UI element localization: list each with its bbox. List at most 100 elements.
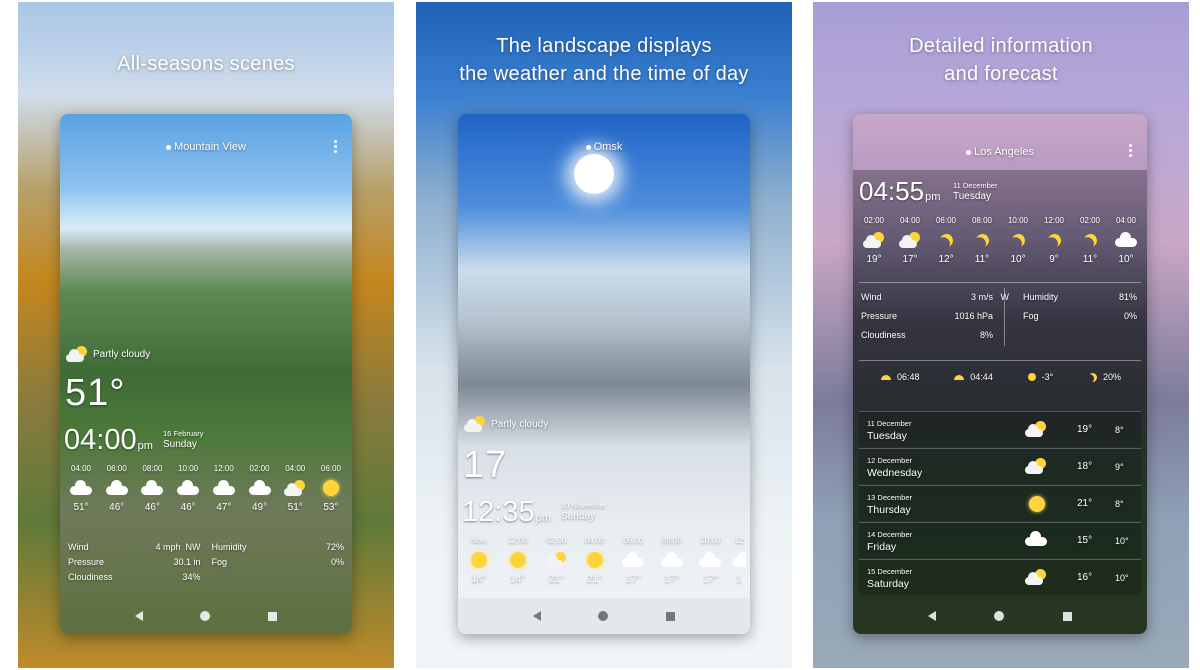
hourly-forecast[interactable]: Now 14° 12:00 14° 02:00 21° 04:00 21° 06:00 1… — [458, 536, 750, 585]
hour-temp: 51° — [73, 502, 89, 513]
more-menu-icon[interactable] — [1129, 144, 1133, 158]
current-condition: Partly cloudy — [66, 346, 150, 362]
hour-time: 10:00 — [700, 536, 721, 545]
wind-direction: W — [1000, 292, 1010, 302]
forecast-day: Wednesday — [867, 467, 923, 479]
condition-text: Partly cloudy — [491, 418, 549, 430]
city-selector[interactable]: Omsk — [458, 141, 750, 153]
screenshot-panel-1: All-seasons scenes Mountain View Partly … — [18, 2, 394, 668]
hour-item: 04:00 10° — [1109, 216, 1143, 265]
forecast-date: 13 December — [867, 493, 913, 502]
hour-item: 06:00 46° — [100, 464, 134, 513]
partly-cloudy-icon — [1025, 458, 1047, 474]
android-navbar — [458, 598, 750, 634]
weather-details: Wind 3 m/s W Humidity 81% Pressure 1016 … — [861, 288, 1139, 349]
hourly-forecast[interactable]: 02:00 19° 04:00 17° 06:00 12° 08:00 11° 10:0… — [853, 216, 1147, 265]
time-value: 12:35 — [462, 496, 535, 528]
hour-time: 04:00 — [899, 216, 921, 225]
recent-apps-icon[interactable] — [666, 611, 676, 621]
hour-item: 04:00 21° — [578, 536, 612, 585]
forecast-day-row[interactable]: 14 December Friday 15° 10° — [859, 522, 1141, 558]
day-text: Sunday — [163, 439, 197, 450]
screenshot-panel-3: Detailed information and forecast Los An… — [813, 2, 1189, 668]
back-icon[interactable] — [134, 611, 143, 621]
city-selector[interactable]: Mountain View — [60, 141, 352, 153]
pressure-label: Pressure — [861, 311, 898, 321]
hour-time: 12:00 — [1043, 216, 1065, 225]
phone-screen: Los Angeles 04:55pm 11 December Tuesday … — [853, 114, 1147, 634]
pressure-value: 1016 hPa — [954, 311, 993, 321]
home-icon[interactable] — [994, 611, 1005, 621]
wind-value: 3 m/s — [970, 292, 993, 302]
hour-time: 06:00 — [935, 216, 957, 225]
humidity-label: Humidity — [211, 542, 247, 552]
forecast-day-row[interactable]: 12 December Wednesday 18° 9° — [859, 448, 1141, 484]
recent-apps-icon[interactable] — [1062, 611, 1072, 621]
phone-screen: Mountain View Partly cloudy 51° 04:00pm … — [60, 114, 352, 634]
forecast-low: 10° — [1115, 536, 1129, 546]
hour-item: 04:00 51° — [278, 464, 312, 513]
more-menu-icon[interactable] — [334, 140, 338, 154]
forecast-day-row[interactable]: 13 December Thursday 21° 8° — [859, 485, 1141, 521]
hour-temp: 14° — [471, 574, 487, 585]
location-pin-icon — [966, 149, 972, 155]
fog-label: Fog — [211, 557, 228, 567]
cloud-icon — [212, 480, 235, 495]
current-condition: Partly cloudy — [464, 416, 548, 432]
cloud-icon — [105, 480, 128, 495]
hour-item: 06:00 17° — [616, 536, 650, 585]
forecast-low: 8° — [1115, 499, 1124, 509]
cloudiness-label: Cloudiness — [68, 572, 113, 582]
hour-time: 06:00 — [623, 536, 644, 545]
cloud-icon — [141, 480, 164, 495]
forecast-date: 11 December — [867, 419, 912, 428]
time-ampm: pm — [925, 191, 941, 203]
forecast-high: 15° — [1077, 535, 1093, 546]
panel-headline: The landscape displays the weather and t… — [416, 32, 792, 88]
hour-time: 04:00 — [285, 464, 306, 473]
sunrise-time: 06:48 — [897, 372, 920, 382]
hour-temp: 46° — [109, 502, 125, 513]
hour-time: 04:00 — [584, 536, 605, 545]
hour-item: 08:00 11° — [965, 216, 999, 265]
partly-cloudy-icon — [1025, 569, 1047, 585]
recent-apps-icon[interactable] — [268, 611, 278, 621]
moon-icon — [1088, 373, 1097, 382]
home-icon[interactable] — [200, 611, 211, 621]
partly-cloudy-icon — [284, 480, 306, 496]
sunset-time: 04:44 — [970, 372, 993, 382]
sun-icon — [1029, 496, 1045, 512]
date-text: 16 February — [163, 429, 204, 438]
daily-forecast[interactable]: 11 December Tuesday 19° 8° 12 December W… — [859, 411, 1141, 596]
hourly-forecast[interactable]: 04:00 51° 06:00 46° 08:00 46° 10:00 46° 12:0… — [60, 464, 352, 513]
hour-time: Now — [470, 536, 487, 545]
cloud-icon — [660, 552, 683, 567]
wind-label: Wind — [861, 292, 882, 302]
hour-item: 02:00 19° — [857, 216, 891, 265]
hour-time: 02:00 — [249, 464, 270, 473]
date-text: 10 November — [561, 501, 607, 510]
hour-item: 10:00 46° — [171, 464, 205, 513]
location-pin-icon — [166, 144, 172, 150]
current-time: 04:55pm — [859, 176, 940, 207]
cloud-icon — [1025, 531, 1047, 546]
forecast-day-row[interactable]: 15 December Saturday 16° 10° — [859, 559, 1141, 595]
headline-line: The landscape displays — [496, 35, 712, 57]
current-time: 12:35pm — [462, 496, 551, 529]
date-block: 16 February Sunday — [163, 428, 203, 450]
headline-line: and forecast — [944, 63, 1058, 85]
back-icon[interactable] — [928, 611, 937, 621]
sunrise-icon — [881, 374, 891, 380]
hour-temp: 51° — [287, 502, 303, 513]
city-selector[interactable]: Los Angeles — [853, 146, 1147, 158]
fog-value: 0% — [330, 557, 344, 567]
forecast-day-row[interactable]: 11 December Tuesday 19° 8° — [859, 411, 1141, 447]
hour-time: 04:00 — [70, 464, 92, 473]
hour-time: 02:00 — [863, 216, 885, 225]
pressure-value: 30.1 in — [173, 557, 201, 567]
condition-text: Partly cloudy — [93, 348, 151, 360]
home-icon[interactable] — [598, 611, 609, 621]
back-icon[interactable] — [532, 611, 541, 621]
humidity-value: 72% — [325, 542, 344, 552]
partly-cloudy-icon — [863, 232, 885, 248]
